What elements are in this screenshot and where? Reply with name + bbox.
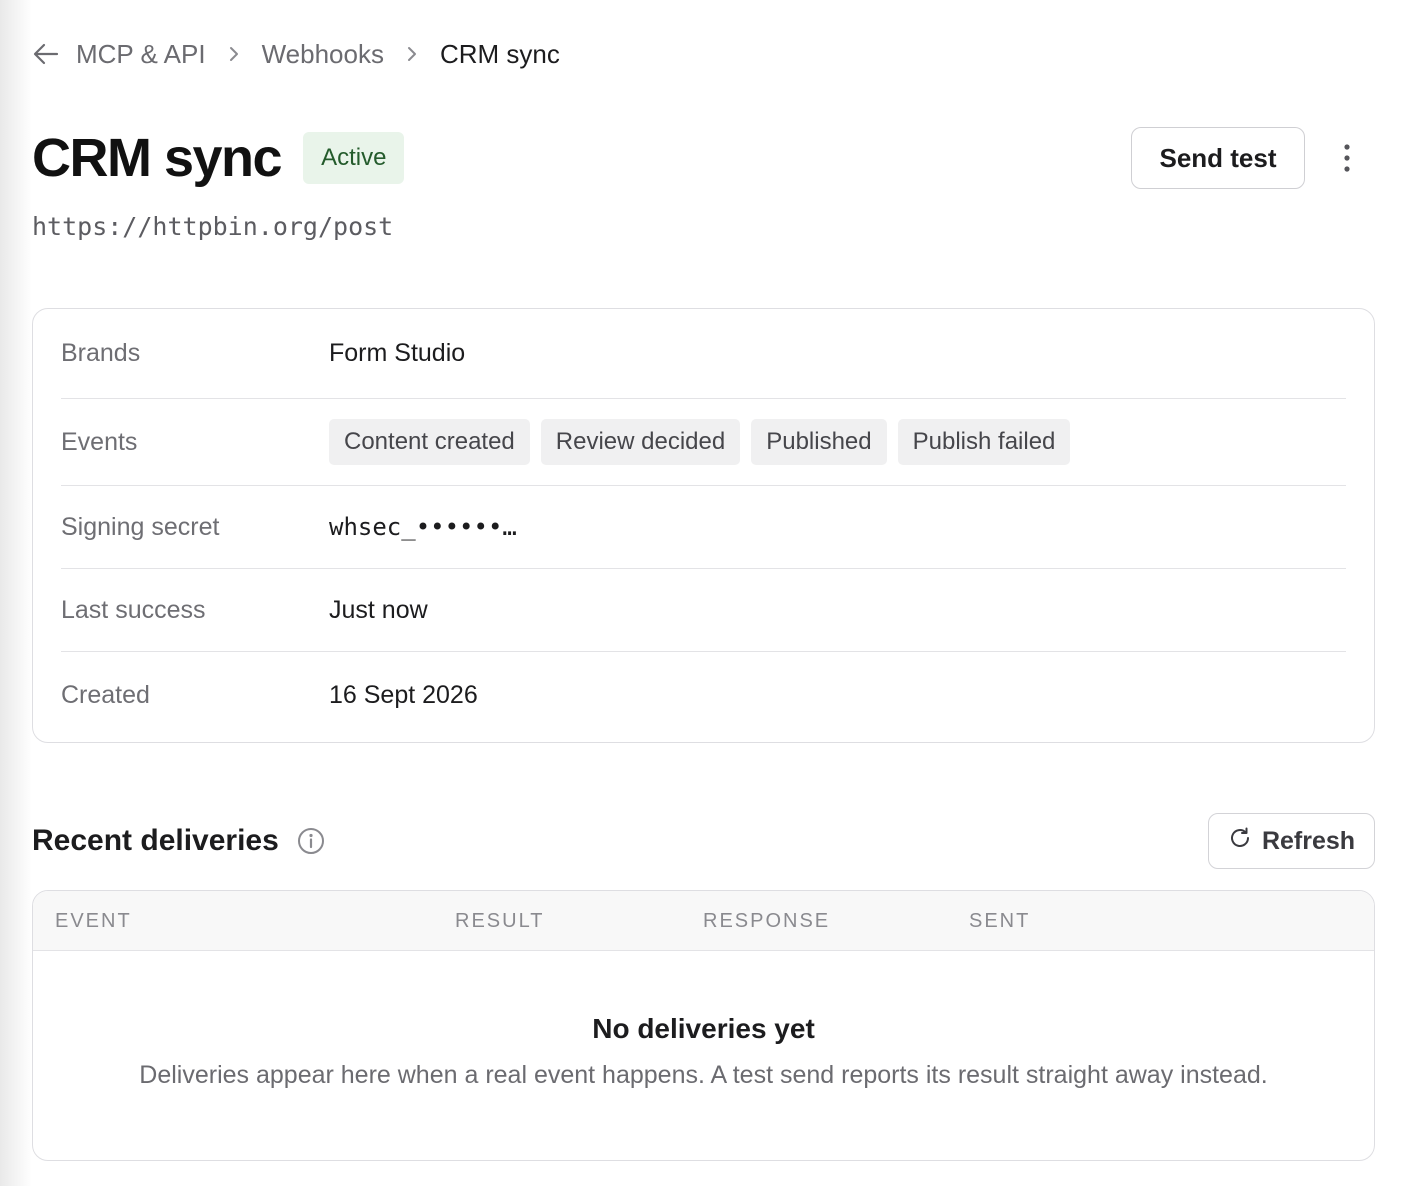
created-value: 16 Sept 2026: [329, 680, 478, 709]
detail-row-created: Created 16 Sept 2026: [61, 652, 1346, 738]
empty-state-description: Deliveries appear here when a real event…: [139, 1061, 1268, 1089]
chevron-right-icon: [404, 46, 420, 62]
brands-value: Form Studio: [329, 339, 466, 367]
column-header-sent: SENT: [969, 910, 1031, 932]
event-chip: Review decided: [540, 419, 741, 465]
page-title: CRM sync: [32, 128, 283, 188]
status-badge: Active: [303, 132, 405, 184]
empty-state-title: No deliveries yet: [592, 1013, 815, 1044]
page-header: CRM sync Active Send test: [32, 126, 1375, 190]
detail-row-brands: Brands Form Studio: [61, 309, 1346, 399]
detail-label: Last success: [61, 595, 206, 624]
detail-row-signing-secret: Signing secret whsec_••••••…: [61, 486, 1346, 569]
back-arrow-icon[interactable]: [32, 40, 60, 68]
more-options-icon[interactable]: [1327, 138, 1367, 178]
detail-row-events: Events Content created Review decided Pu…: [61, 399, 1346, 486]
event-chip: Published: [751, 419, 887, 465]
column-header-event: EVENT: [55, 910, 132, 932]
detail-label: Events: [61, 427, 138, 456]
last-success-value: Just now: [329, 595, 428, 624]
signing-secret-value: whsec_••••••…: [329, 513, 517, 541]
detail-row-last-success: Last success Just now: [61, 569, 1346, 652]
breadcrumb-current: CRM sync: [439, 38, 560, 69]
header-actions: Send test: [1131, 127, 1375, 189]
left-edge-shadow: [0, 0, 32, 1186]
event-chip: Publish failed: [897, 419, 1071, 465]
endpoint-url: https://httpbin.org/post: [32, 212, 394, 241]
detail-label: Brands: [61, 339, 141, 367]
column-header-response: RESPONSE: [703, 910, 831, 932]
breadcrumb-webhooks[interactable]: Webhooks: [262, 39, 384, 70]
column-header-result: RESULT: [455, 910, 545, 932]
breadcrumb: MCP & API Webhooks CRM sync: [32, 36, 560, 72]
details-card: Brands Form Studio Events Content create…: [32, 308, 1375, 743]
event-chip: Content created: [329, 419, 530, 465]
recent-deliveries-header: Recent deliveries Refresh: [32, 812, 1375, 870]
chevron-right-icon: [226, 46, 242, 62]
detail-label: Signing secret: [61, 512, 220, 541]
send-test-button[interactable]: Send test: [1131, 127, 1305, 189]
deliveries-table: EVENT RESULT RESPONSE SENT No deliveries…: [32, 890, 1375, 1161]
info-icon[interactable]: [297, 827, 325, 855]
detail-label: Created: [61, 680, 150, 709]
empty-state: No deliveries yet Deliveries appear here…: [33, 951, 1374, 1090]
refresh-label: Refresh: [1261, 826, 1356, 855]
refresh-button[interactable]: Refresh: [1208, 813, 1375, 869]
breadcrumb-mcp-api[interactable]: MCP & API: [76, 39, 206, 70]
table-header: EVENT RESULT RESPONSE SENT: [33, 891, 1374, 951]
event-chips: Content created Review decided Published…: [329, 419, 1071, 465]
refresh-icon: [1228, 826, 1252, 857]
section-title: Recent deliveries: [32, 824, 279, 857]
